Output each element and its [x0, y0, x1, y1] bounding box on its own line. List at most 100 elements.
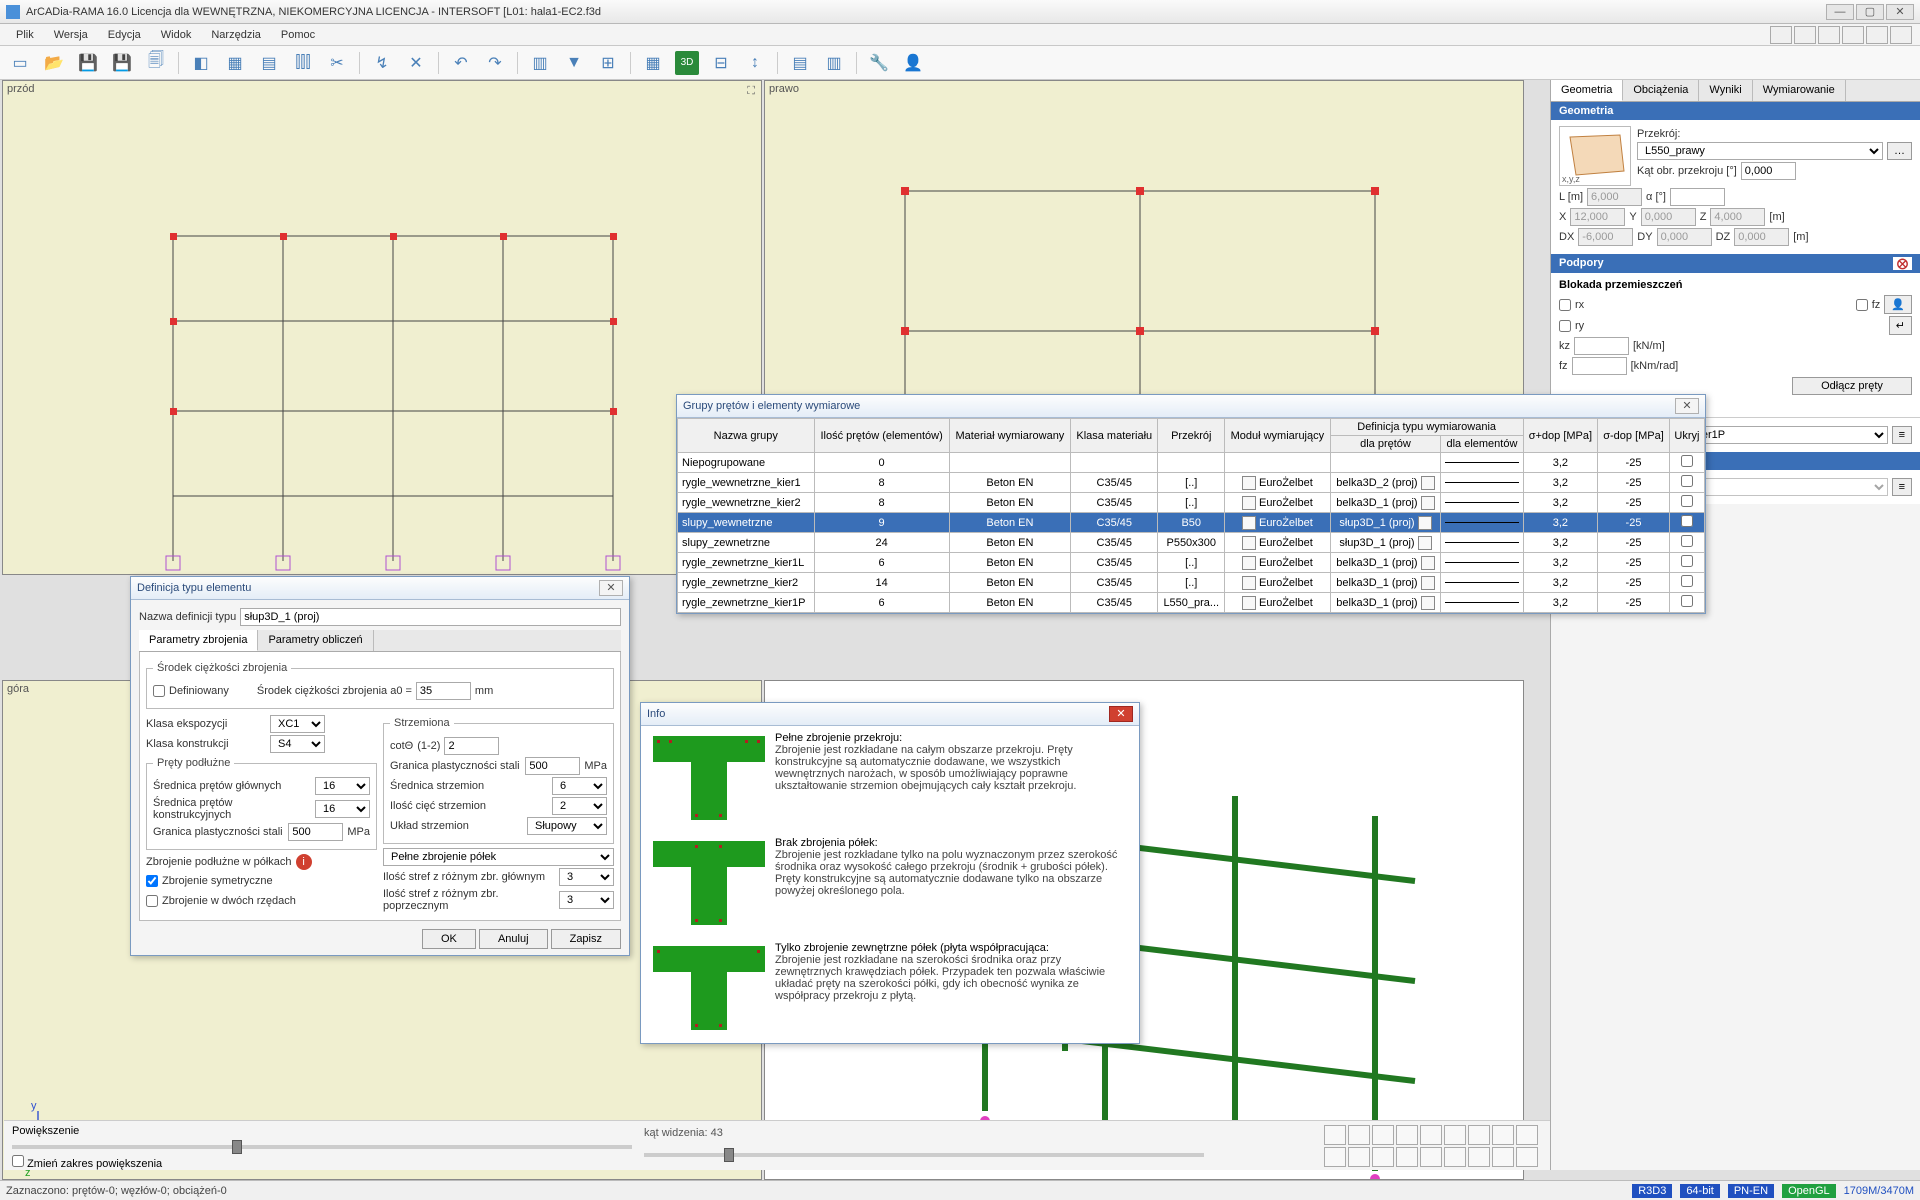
user-icon[interactable]: 👤: [901, 51, 925, 75]
new-icon[interactable]: ▭: [8, 51, 32, 75]
menu-edycja[interactable]: Edycja: [100, 27, 149, 43]
tool-icon[interactable]: ⫿⫿⫿: [291, 51, 315, 75]
view-tool-icon[interactable]: [1372, 1147, 1394, 1167]
clear-icon[interactable]: ⨂: [1893, 257, 1912, 270]
table-row[interactable]: slupy_wewnetrzne9Beton ENC35/45B50 EuroŻ…: [678, 513, 1705, 533]
tool-icon[interactable]: ▥: [528, 51, 552, 75]
tab-param-obliczen[interactable]: Parametry obliczeń: [258, 630, 373, 651]
minimize-button[interactable]: —: [1826, 4, 1854, 20]
tab-wyniki[interactable]: Wyniki: [1699, 80, 1752, 101]
zoom-checkbox-label[interactable]: Zmień zakres powiększenia: [12, 1155, 1542, 1170]
undo-icon[interactable]: ↶: [449, 51, 473, 75]
ukryj-checkbox[interactable]: [1681, 515, 1693, 527]
granica-input[interactable]: [288, 823, 343, 841]
view-tool-icon[interactable]: [1468, 1147, 1490, 1167]
support-button[interactable]: 👤: [1884, 295, 1912, 314]
saveas-icon[interactable]: 💾: [110, 51, 134, 75]
ukryj-checkbox[interactable]: [1681, 555, 1693, 567]
ilosc-ciec-select[interactable]: 2: [552, 797, 607, 815]
view-tool-icon[interactable]: [1444, 1125, 1466, 1145]
view-tool-icon[interactable]: [1348, 1147, 1370, 1167]
zoom-range-checkbox[interactable]: [12, 1155, 24, 1167]
kat-input[interactable]: [1741, 162, 1796, 180]
cot-input[interactable]: [444, 737, 499, 755]
ok-button[interactable]: OK: [422, 929, 476, 949]
open-icon[interactable]: 📂: [42, 51, 66, 75]
tool-icon[interactable]: ⊟: [709, 51, 733, 75]
menu-narzedzia[interactable]: Narzędzia: [203, 27, 269, 43]
tab-geometria[interactable]: Geometria: [1551, 80, 1623, 101]
th-material[interactable]: Materiał wymiarowany: [949, 419, 1070, 453]
zapisz-button[interactable]: Zapisz: [551, 929, 621, 949]
przekroj-edit-button[interactable]: …: [1887, 142, 1912, 160]
close-button[interactable]: ✕: [1886, 4, 1914, 20]
pelne-zbrojenie-select[interactable]: Pełne zbrojenie półek: [383, 848, 614, 866]
granica2-input[interactable]: [525, 757, 580, 775]
grupa-button[interactable]: ≡: [1892, 426, 1912, 444]
angle-slider[interactable]: [644, 1153, 1204, 1157]
view-tool-icon[interactable]: [1468, 1125, 1490, 1145]
viewport-front[interactable]: przód ⛶ zxy: [2, 80, 762, 575]
kz-input[interactable]: [1574, 337, 1629, 355]
filter-icon[interactable]: ▼: [562, 51, 586, 75]
ukryj-checkbox[interactable]: [1681, 575, 1693, 587]
cut-icon[interactable]: ✂: [325, 51, 349, 75]
ukryj-checkbox[interactable]: [1681, 475, 1693, 487]
table-row[interactable]: rygle_zewnetrzne_kier1L6Beton ENC35/45[.…: [678, 553, 1705, 573]
tab-obciazenia[interactable]: Obciążenia: [1623, 80, 1699, 101]
menu-wersja[interactable]: Wersja: [46, 27, 96, 43]
ukryj-checkbox[interactable]: [1681, 535, 1693, 547]
tool-icon[interactable]: ◧: [189, 51, 213, 75]
ilosc-stref-pop-select[interactable]: 3: [559, 891, 614, 909]
th-dla-pretow[interactable]: dla prętów: [1330, 436, 1441, 453]
definiowany-checkbox[interactable]: [153, 682, 165, 700]
sred-konstr-select[interactable]: 16: [315, 800, 370, 818]
menu-plik[interactable]: Plik: [8, 27, 42, 43]
table-row[interactable]: Niepogrupowane03,2-25: [678, 453, 1705, 473]
print-icon[interactable]: 🗐: [144, 51, 168, 75]
menu-right-btn[interactable]: [1818, 26, 1840, 44]
view-tool-icon[interactable]: [1396, 1125, 1418, 1145]
uklad-strzemion-select[interactable]: Słupowy: [527, 817, 607, 835]
fz-input[interactable]: [1572, 357, 1627, 375]
redo-icon[interactable]: ↷: [483, 51, 507, 75]
dwa-rzedy-checkbox[interactable]: [146, 892, 158, 910]
tool-3d-icon[interactable]: 3D: [675, 51, 699, 75]
menu-pomoc[interactable]: Pomoc: [273, 27, 323, 43]
rx-checkbox[interactable]: [1559, 296, 1571, 314]
def-name-input[interactable]: [240, 608, 621, 626]
view-tool-icon[interactable]: [1348, 1125, 1370, 1145]
info-icon[interactable]: i: [296, 854, 312, 870]
view-tool-icon[interactable]: [1516, 1125, 1538, 1145]
th-sp[interactable]: σ+dop [MPa]: [1523, 419, 1598, 453]
view-tool-icon[interactable]: [1324, 1147, 1346, 1167]
ukryj-checkbox[interactable]: [1681, 495, 1693, 507]
th-sm[interactable]: σ-dop [MPa]: [1598, 419, 1670, 453]
table-row[interactable]: rygle_zewnetrzne_kier214Beton ENC35/45[.…: [678, 573, 1705, 593]
symetryczne-checkbox[interactable]: [146, 872, 158, 890]
menu-right-btn[interactable]: [1890, 26, 1912, 44]
save-icon[interactable]: 💾: [76, 51, 100, 75]
tool-icon[interactable]: ▦: [223, 51, 247, 75]
report-icon[interactable]: ▥: [822, 51, 846, 75]
ukryj-checkbox[interactable]: [1681, 455, 1693, 467]
odlacz-button[interactable]: Odłącz pręty: [1792, 377, 1912, 395]
a0-input[interactable]: [416, 682, 471, 700]
tool-icon[interactable]: ▦: [641, 51, 665, 75]
view-tool-icon[interactable]: [1444, 1147, 1466, 1167]
table-row[interactable]: rygle_zewnetrzne_kier1P6Beton ENC35/45L5…: [678, 593, 1705, 613]
th-przekroj[interactable]: Przekrój: [1158, 419, 1225, 453]
view-tool-icon[interactable]: [1324, 1125, 1346, 1145]
th-dla-elem[interactable]: dla elementów: [1441, 436, 1523, 453]
alpha-input[interactable]: [1670, 188, 1725, 206]
th-ilosc[interactable]: Ilość prętów (elementów): [814, 419, 949, 453]
view-tool-icon[interactable]: [1396, 1147, 1418, 1167]
grupa2-button[interactable]: ≡: [1892, 478, 1912, 496]
view-tool-icon[interactable]: [1492, 1147, 1514, 1167]
ilosc-stref-gl-select[interactable]: 3: [559, 868, 614, 886]
menu-right-btn[interactable]: [1770, 26, 1792, 44]
calc-icon[interactable]: ▤: [788, 51, 812, 75]
table-row[interactable]: rygle_wewnetrzne_kier28Beton ENC35/45[..…: [678, 493, 1705, 513]
view-tool-icon[interactable]: [1492, 1125, 1514, 1145]
th-ukryj[interactable]: Ukryj: [1669, 419, 1704, 453]
